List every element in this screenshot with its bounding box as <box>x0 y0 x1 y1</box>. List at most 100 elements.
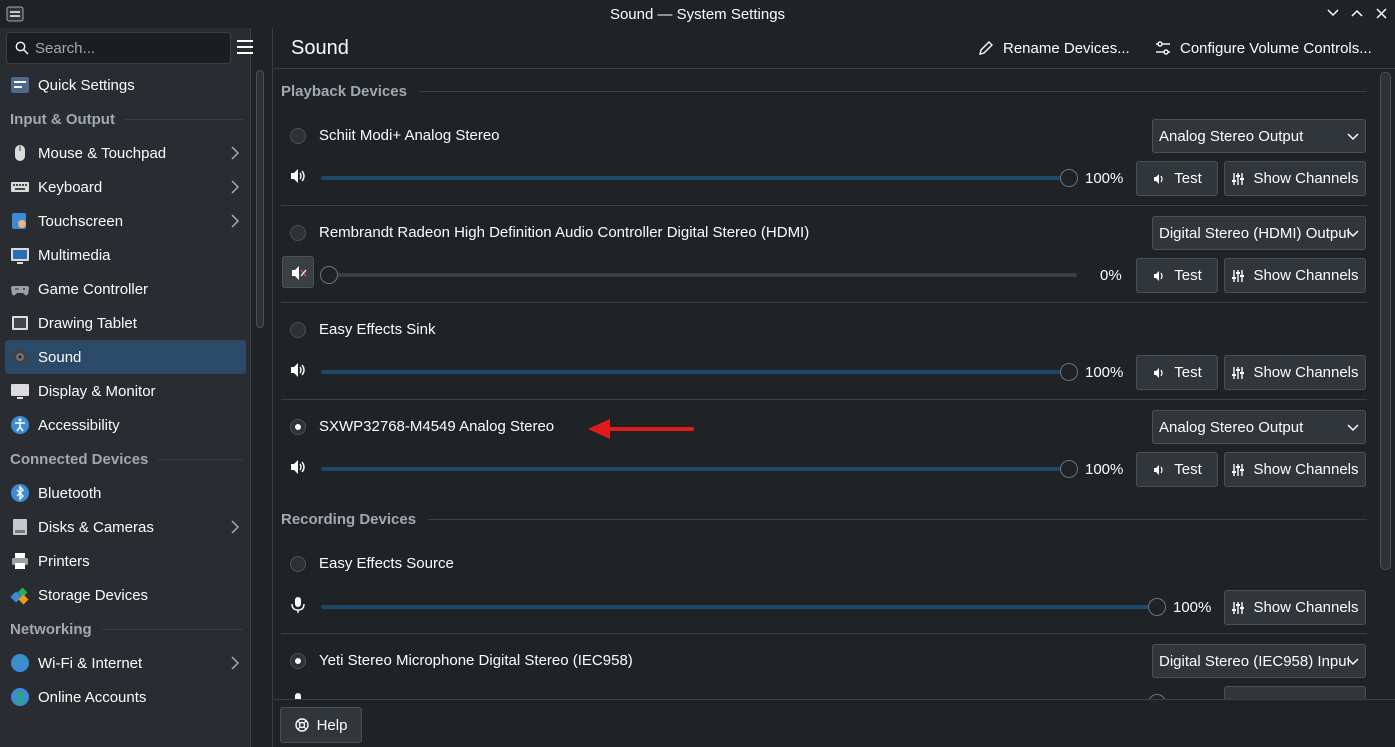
sidebar-section-input-output: Input & Output <box>0 102 251 136</box>
search-field[interactable] <box>6 32 231 64</box>
content-scrollbar-thumb[interactable] <box>1380 72 1391 570</box>
profile-select[interactable]: Digital Stereo (HDMI) Output <box>1152 216 1366 250</box>
test-button[interactable]: Test <box>1136 452 1218 487</box>
profile-select[interactable]: Analog Stereo Output <box>1152 410 1366 444</box>
online-accounts-icon <box>11 688 29 706</box>
show-channels-button[interactable] <box>1224 686 1366 699</box>
test-button[interactable]: Test <box>1136 355 1218 390</box>
show-channels-button[interactable]: Show Channels <box>1224 355 1366 390</box>
help-button[interactable]: Help <box>280 707 362 743</box>
show-channels-button[interactable]: Show Channels <box>1224 590 1366 625</box>
microphone-icon[interactable] <box>289 692 307 699</box>
sidebar-item-label: Multimedia <box>38 246 111 264</box>
mute-toggle-button[interactable] <box>282 256 314 288</box>
section-label: Networking <box>10 620 92 638</box>
sidebar-item-online-accounts[interactable]: Online Accounts <box>5 680 246 714</box>
section-label: Playback Devices <box>281 82 407 100</box>
volume-slider[interactable] <box>321 370 1069 374</box>
volume-slider-handle[interactable] <box>1060 363 1078 381</box>
show-channels-button[interactable]: Show Channels <box>1224 452 1366 487</box>
disk-icon <box>13 519 27 535</box>
test-button[interactable]: Test <box>1136 258 1218 293</box>
sidebar-item-printers[interactable]: Printers <box>5 544 246 578</box>
configure-volume-controls-button[interactable]: Configure Volume Controls... <box>1154 39 1372 57</box>
profile-value: Digital Stereo (HDMI) Output <box>1159 224 1349 242</box>
profile-select[interactable]: Digital Stereo (IEC958) Input <box>1152 644 1366 678</box>
test-label: Test <box>1174 461 1202 478</box>
sidebar-nav: Quick Settings Input & Output Mouse & To… <box>0 68 251 714</box>
sidebar-item-label: Display & Monitor <box>38 382 156 400</box>
default-device-radio[interactable] <box>290 225 306 241</box>
content-scrollbar[interactable] <box>1380 72 1392 697</box>
chevron-down-icon <box>1347 424 1359 432</box>
volume-slider-handle[interactable] <box>1060 460 1078 478</box>
search-input[interactable] <box>35 39 215 57</box>
volume-percent: 100% <box>1173 599 1212 616</box>
chevron-right-icon <box>231 180 240 194</box>
speaker-icon[interactable] <box>289 167 307 185</box>
gamepad-icon <box>11 286 29 296</box>
accessibility-icon <box>11 416 29 434</box>
default-device-radio[interactable] <box>290 128 306 144</box>
app-menu-icon[interactable] <box>6 5 24 23</box>
test-button[interactable]: Test <box>1136 161 1218 196</box>
playback-device: SXWP32768-M4549 Analog Stereo Analog Ste… <box>281 400 1367 497</box>
speaker-icon[interactable] <box>289 458 307 476</box>
sidebar-item-game-controller[interactable]: Game Controller <box>5 272 246 306</box>
mouse-icon <box>15 145 25 161</box>
chevron-right-icon <box>231 146 240 160</box>
speaker-icon[interactable] <box>289 361 307 379</box>
sidebar-item-mouse-touchpad[interactable]: Mouse & Touchpad <box>5 136 246 170</box>
default-device-radio[interactable] <box>290 556 306 572</box>
window-title: Sound — System Settings <box>609 5 786 23</box>
profile-select[interactable]: Analog Stereo Output <box>1152 119 1366 153</box>
default-device-radio[interactable] <box>290 653 306 669</box>
sidebar-item-multimedia[interactable]: Multimedia <box>5 238 246 272</box>
microphone-icon[interactable] <box>289 596 307 614</box>
close-button[interactable] <box>1371 2 1391 24</box>
playback-device: Schiit Modi+ Analog Stereo Analog Stereo… <box>281 109 1367 206</box>
page-title: Sound <box>291 36 349 59</box>
sidebar-item-accessibility[interactable]: Accessibility <box>5 408 246 442</box>
volume-percent: 100% <box>1085 461 1124 478</box>
profile-value: Analog Stereo Output <box>1159 418 1304 436</box>
sidebar-item-quick-settings[interactable]: Quick Settings <box>5 68 246 102</box>
volume-slider[interactable] <box>321 467 1069 471</box>
minimize-button[interactable] <box>1323 2 1343 24</box>
sidebar-item-sound[interactable]: Sound <box>5 340 246 374</box>
hamburger-menu-icon[interactable] <box>236 38 254 56</box>
default-device-radio[interactable] <box>290 419 306 435</box>
show-channels-button[interactable]: Show Channels <box>1224 161 1366 196</box>
speaker-test-icon <box>1154 173 1163 184</box>
rename-devices-button[interactable]: Rename Devices... <box>977 39 1130 57</box>
volume-slider-handle[interactable] <box>320 266 338 284</box>
sidebar-scrollbar[interactable] <box>256 70 266 330</box>
monitor-icon <box>11 384 29 399</box>
sidebar-item-keyboard[interactable]: Keyboard <box>5 170 246 204</box>
device-name: Easy Effects Sink <box>319 321 436 338</box>
sidebar-item-drawing-tablet[interactable]: Drawing Tablet <box>5 306 246 340</box>
default-device-radio[interactable] <box>290 322 306 338</box>
volume-slider[interactable] <box>321 273 1077 277</box>
show-channels-button[interactable]: Show Channels <box>1224 258 1366 293</box>
device-name: Schiit Modi+ Analog Stereo <box>319 127 500 144</box>
volume-slider-handle[interactable] <box>1148 598 1166 616</box>
sidebar-scrollbar-thumb[interactable] <box>256 70 264 328</box>
show-channels-label: Show Channels <box>1253 599 1359 616</box>
volume-percent: 100% <box>1085 170 1124 187</box>
sidebar-item-label: Touchscreen <box>38 212 124 230</box>
sidebar-item-touchscreen[interactable]: Touchscreen <box>5 204 246 238</box>
sidebar-item-bluetooth[interactable]: Bluetooth <box>5 476 246 510</box>
maximize-button[interactable] <box>1347 2 1367 24</box>
chevron-right-icon <box>231 656 240 670</box>
sidebar-item-label: Accessibility <box>38 416 120 434</box>
volume-slider-handle[interactable] <box>1060 169 1078 187</box>
sidebar-item-display-monitor[interactable]: Display & Monitor <box>5 374 246 408</box>
sidebar-item-disks-cameras[interactable]: Disks & Cameras <box>5 510 246 544</box>
close-icon <box>1375 7 1387 19</box>
volume-slider[interactable] <box>321 605 1157 609</box>
sidebar-item-storage-devices[interactable]: Storage Devices <box>5 578 246 612</box>
sidebar-item-wifi-internet[interactable]: Wi-Fi & Internet <box>5 646 246 680</box>
device-name: Rembrandt Radeon High Definition Audio C… <box>319 224 810 241</box>
volume-slider[interactable] <box>321 176 1069 180</box>
